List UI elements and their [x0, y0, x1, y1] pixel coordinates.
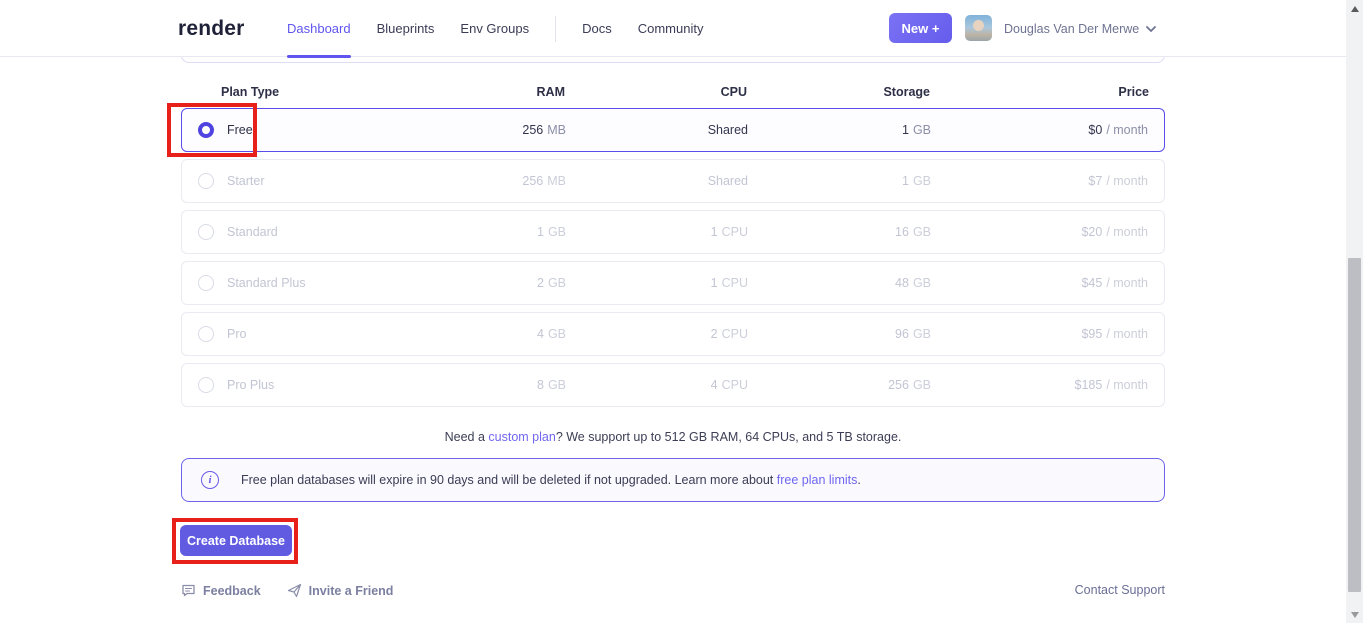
free-plan-alert: i Free plan databases will expire in 90 …: [181, 458, 1165, 502]
render-logo[interactable]: render: [178, 0, 245, 57]
column-header-ram: RAM: [377, 85, 565, 99]
avatar[interactable]: [965, 15, 992, 41]
plan-row-free[interactable]: Free 256MB Shared 1GB $0/ month: [181, 108, 1165, 152]
free-plan-limits-link[interactable]: free plan limits: [777, 473, 858, 487]
radio-icon[interactable]: [198, 377, 214, 393]
contact-support-link[interactable]: Contact Support: [1075, 583, 1165, 597]
radio-icon[interactable]: [198, 326, 214, 342]
active-tab-underline: [287, 55, 351, 58]
tab-env-groups[interactable]: Env Groups: [460, 0, 529, 57]
alert-text: Free plan databases will expire in 90 da…: [241, 473, 861, 487]
new-button[interactable]: New +: [889, 13, 952, 43]
column-header-cpu: CPU: [565, 85, 747, 99]
scroll-down-arrow-icon[interactable]: [1346, 606, 1363, 623]
vertical-scrollbar[interactable]: [1346, 0, 1363, 623]
plan-table-header: Plan Type RAM CPU Storage Price: [181, 83, 1165, 101]
footer-links: Feedback Invite a Friend: [181, 583, 393, 598]
page: render Dashboard Blueprints Env Groups D…: [0, 0, 1363, 623]
invite-friend-link[interactable]: Invite a Friend: [287, 583, 394, 598]
tab-community[interactable]: Community: [638, 0, 704, 57]
custom-plan-link[interactable]: custom plan: [488, 430, 555, 444]
column-header-price: Price: [930, 85, 1149, 99]
radio-icon[interactable]: [198, 275, 214, 291]
info-icon: i: [201, 471, 219, 489]
tab-docs[interactable]: Docs: [582, 0, 612, 57]
column-header-plan-type: Plan Type: [197, 85, 377, 99]
tab-blueprints[interactable]: Blueprints: [377, 0, 435, 57]
tab-dashboard[interactable]: Dashboard: [287, 0, 351, 57]
top-navigation-bar: render Dashboard Blueprints Env Groups D…: [0, 0, 1346, 57]
paper-plane-icon: [287, 583, 302, 598]
radio-selected-icon[interactable]: [198, 122, 214, 138]
plan-row-pro-plus[interactable]: Pro Plus 8GB 4CPU 256GB $185/ month: [181, 363, 1165, 407]
plan-row-pro[interactable]: Pro 4GB 2CPU 96GB $95/ month: [181, 312, 1165, 356]
nav-divider: [555, 16, 556, 42]
radio-icon[interactable]: [198, 173, 214, 189]
plan-row-standard[interactable]: Standard 1GB 1CPU 16GB $20/ month: [181, 210, 1165, 254]
chevron-down-icon[interactable]: [1144, 22, 1158, 36]
plan-row-standard-plus[interactable]: Standard Plus 2GB 1CPU 48GB $45/ month: [181, 261, 1165, 305]
scroll-up-arrow-icon[interactable]: [1346, 0, 1363, 17]
column-header-storage: Storage: [747, 85, 930, 99]
create-database-button[interactable]: Create Database: [180, 525, 292, 556]
scrollbar-thumb[interactable]: [1348, 258, 1361, 592]
custom-plan-note: Need a custom plan? We support up to 512…: [181, 430, 1165, 444]
user-menu[interactable]: Douglas Van Der Merwe: [1004, 0, 1139, 57]
feedback-link[interactable]: Feedback: [181, 583, 261, 598]
plan-row-starter[interactable]: Starter 256MB Shared 1GB $7/ month: [181, 159, 1165, 203]
radio-icon[interactable]: [198, 224, 214, 240]
feedback-bubble-icon: [181, 583, 196, 598]
main-nav: Dashboard Blueprints Env Groups Docs Com…: [287, 0, 703, 57]
